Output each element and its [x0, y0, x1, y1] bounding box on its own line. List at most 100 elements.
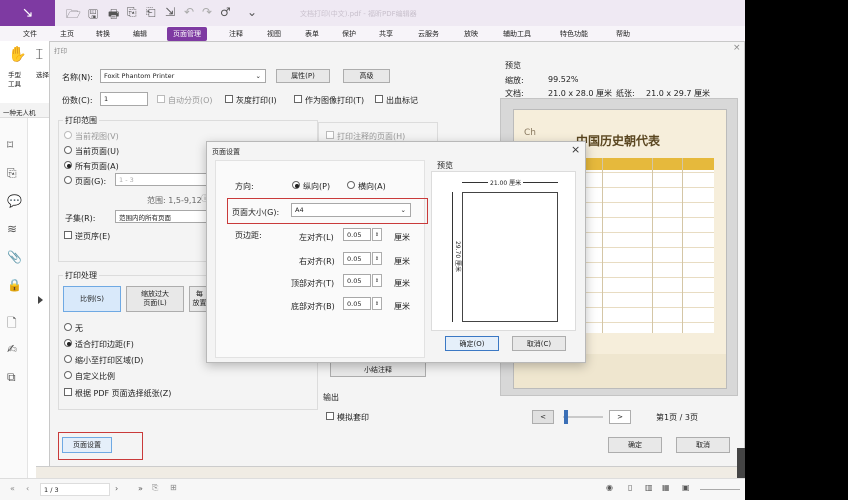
printer-select[interactable]: Foxit Phantom Printer ⌄	[100, 69, 266, 83]
layers-icon[interactable]: ≋	[7, 222, 17, 236]
menu-slideshow[interactable]: 放映	[464, 29, 478, 39]
all-pages-radio[interactable]	[64, 161, 72, 169]
current-view-radio[interactable]	[64, 131, 72, 139]
preview-prev-button[interactable]: <	[532, 410, 554, 424]
fit-large-pages-button[interactable]: 缩放过大 页面(L)	[126, 286, 184, 312]
preview-slider-thumb[interactable]	[564, 410, 568, 424]
export-icon[interactable]: ⇲	[165, 5, 175, 19]
panel-expand-icon[interactable]	[38, 296, 43, 304]
menu-share[interactable]: 共享	[379, 29, 393, 39]
menu-form[interactable]: 表单	[305, 29, 319, 39]
zoom-slider[interactable]	[700, 489, 740, 490]
current-page-radio[interactable]	[64, 146, 72, 154]
menu-view[interactable]: 视图	[267, 29, 281, 39]
grayscale-checkbox[interactable]	[225, 95, 233, 103]
save-icon[interactable]: 🖫	[88, 5, 98, 26]
first-page-icon[interactable]: «	[10, 484, 15, 493]
pages-icon[interactable]: ⎘	[7, 166, 17, 181]
advanced-button[interactable]: 高级	[343, 69, 390, 83]
margin-left-input[interactable]: 0.05	[343, 228, 371, 241]
margin-bottom-label: 底部对齐(B)	[291, 302, 335, 311]
landscape-radio[interactable]	[347, 181, 355, 189]
continuous-icon[interactable]: ▥	[645, 483, 653, 492]
menu-protect[interactable]: 保护	[342, 29, 356, 39]
print-icon[interactable]: 🖶	[108, 5, 119, 26]
scrollbar-thumb[interactable]	[737, 448, 745, 478]
page-setup-ok-button[interactable]: 确定(O)	[445, 336, 499, 351]
menu-cloud[interactable]: 云服务	[418, 29, 439, 39]
as-image-checkbox[interactable]	[294, 95, 302, 103]
facing-icon[interactable]: ▦	[662, 483, 670, 492]
preview-page-slider[interactable]	[563, 416, 603, 418]
undo-icon[interactable]: ↶	[184, 5, 194, 19]
next-page-icon[interactable]: ›	[115, 484, 118, 493]
margin-bottom-input[interactable]: 0.05	[343, 297, 371, 310]
attachment-icon[interactable]: 📎	[7, 250, 22, 264]
menu-convert[interactable]: 转换	[96, 29, 110, 39]
margin-bottom-stepper[interactable]: ⇕	[372, 297, 382, 310]
scale-none-radio[interactable]	[64, 323, 72, 331]
copy-icon[interactable]: ⎘	[127, 5, 137, 20]
pages-radio[interactable]	[64, 176, 72, 184]
menu-assist-tools[interactable]: 辅助工具	[503, 29, 531, 39]
choose-paper-checkbox[interactable]	[64, 388, 72, 396]
margin-right-input[interactable]: 0.05	[343, 252, 371, 265]
doc-tab[interactable]: 一种无人机	[0, 103, 50, 118]
margin-left-stepper[interactable]: ⇕	[372, 228, 382, 241]
portrait-radio[interactable]	[292, 181, 300, 189]
custom-scale-radio[interactable]	[64, 371, 72, 379]
print-cancel-button[interactable]: 取消	[676, 437, 730, 453]
page-setup-button[interactable]: 页面设置	[62, 437, 112, 453]
document-icon[interactable]: 🗋	[7, 314, 17, 335]
menu-file[interactable]: 文件	[23, 29, 37, 39]
customize-dropdown-icon[interactable]: ⌄	[247, 5, 257, 19]
margin-top-stepper[interactable]: ⇕	[372, 274, 382, 287]
menu-page-management[interactable]: 页面管理	[167, 27, 207, 41]
collate-checkbox[interactable]	[157, 95, 165, 103]
reverse-checkbox[interactable]	[64, 231, 72, 239]
copies-input[interactable]: 1	[100, 92, 148, 106]
select-tool-icon[interactable]: 𝙸	[34, 45, 45, 63]
prev-page-icon[interactable]: ‹	[26, 484, 29, 493]
margin-top-input[interactable]: 0.05	[343, 274, 371, 287]
last-page-icon[interactable]: »	[138, 484, 143, 493]
subset-select[interactable]: 范围内的所有页面	[115, 210, 211, 223]
menu-comment[interactable]: 注释	[229, 29, 243, 39]
menu-home[interactable]: 主页	[60, 29, 74, 39]
bleed-checkbox[interactable]	[375, 95, 383, 103]
menu-help[interactable]: 帮助	[616, 29, 630, 39]
bookmark-icon[interactable]: ⌑	[7, 138, 13, 152]
margin-right-stepper[interactable]: ⇕	[372, 252, 382, 265]
zoom-out-icon[interactable]: ▣	[682, 483, 690, 492]
print-dialog-close-icon[interactable]: ×	[733, 43, 741, 53]
hand-tool-icon[interactable]: ✋	[8, 45, 27, 63]
page-number-input[interactable]: 1 / 3	[40, 483, 110, 496]
redo-icon[interactable]: ↷	[202, 5, 212, 19]
quick-tools-icon[interactable]: ♂	[220, 5, 231, 19]
preview-next-button[interactable]: >	[609, 410, 631, 424]
menu-features[interactable]: 特色功能	[560, 29, 588, 39]
page-setup-cancel-button[interactable]: 取消(C)	[512, 336, 566, 351]
extract-page-icon[interactable]: ⊞	[170, 483, 177, 492]
properties-button[interactable]: 属性(P)	[276, 69, 330, 83]
pages-input[interactable]: 1 - 3	[115, 173, 211, 186]
open-folder-icon[interactable]: 🗁	[66, 5, 81, 26]
compare-icon[interactable]: ⧉	[7, 370, 16, 385]
summarize-comments-button[interactable]: 小结注释	[330, 362, 426, 377]
fit-margins-radio[interactable]	[64, 339, 72, 347]
print-ok-button[interactable]: 确定	[608, 437, 662, 453]
comments-icon[interactable]: 💬	[7, 194, 22, 208]
page-setup-close-icon[interactable]: ×	[571, 143, 580, 156]
single-page-icon[interactable]: ▯	[628, 483, 632, 492]
scale-mode-button[interactable]: 比例(S)	[63, 286, 121, 312]
signature-icon[interactable]: ✍	[7, 342, 17, 356]
paste-icon[interactable]: ⎗	[146, 5, 156, 20]
view-mode-icon[interactable]: ◉	[606, 483, 613, 492]
shrink-radio[interactable]	[64, 355, 72, 363]
copy-page-icon[interactable]: ⎘	[152, 483, 158, 493]
simulate-overprint-checkbox[interactable]	[326, 412, 334, 420]
page-size-select[interactable]: A4 ⌄	[291, 203, 411, 217]
annot-pages-checkbox[interactable]	[326, 131, 334, 139]
menu-edit[interactable]: 编辑	[133, 29, 147, 39]
security-icon[interactable]: 🔒	[7, 278, 22, 292]
